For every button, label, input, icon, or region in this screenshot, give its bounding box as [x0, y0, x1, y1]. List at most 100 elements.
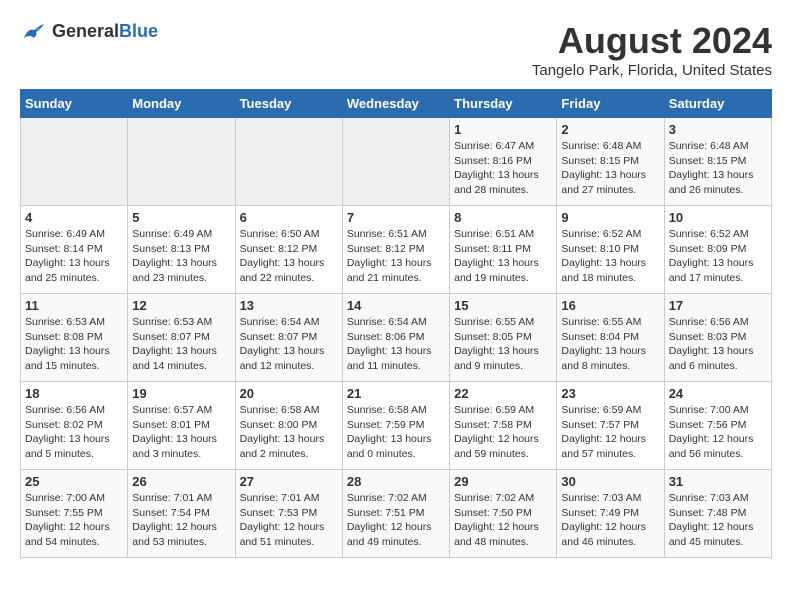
day-info: Sunrise: 6:58 AM Sunset: 7:59 PM Dayligh…	[347, 403, 445, 462]
calendar-cell: 6 Sunrise: 6:50 AM Sunset: 8:12 PM Daylig…	[235, 206, 342, 294]
day-number: 13	[240, 298, 338, 313]
day-number: 5	[132, 210, 230, 225]
calendar-cell: 12 Sunrise: 6:53 AM Sunset: 8:07 PM Dayli…	[128, 294, 235, 382]
calendar-cell: 14 Sunrise: 6:54 AM Sunset: 8:06 PM Dayli…	[342, 294, 449, 382]
calendar-week-row: 4Sunrise: 6:49 AM Sunset: 8:14 PM Daylig…	[21, 206, 772, 294]
day-info: Sunrise: 6:59 AM Sunset: 7:57 PM Dayligh…	[561, 403, 659, 462]
weekday-header-sunday: Sunday	[21, 90, 128, 118]
calendar-cell	[342, 118, 449, 206]
day-number: 25	[25, 474, 123, 489]
logo: GeneralBlue	[20, 20, 158, 42]
calendar-cell: 20 Sunrise: 6:58 AM Sunset: 8:00 PM Dayli…	[235, 382, 342, 470]
day-number: 22	[454, 386, 552, 401]
calendar-cell: 3 Sunrise: 6:48 AM Sunset: 8:15 PM Daylig…	[664, 118, 771, 206]
month-year-title: August 2024	[532, 20, 772, 62]
weekday-header-row: SundayMondayTuesdayWednesdayThursdayFrid…	[21, 90, 772, 118]
calendar-cell: 23 Sunrise: 6:59 AM Sunset: 7:57 PM Dayli…	[557, 382, 664, 470]
calendar-cell	[128, 118, 235, 206]
day-number: 21	[347, 386, 445, 401]
calendar-cell: 10 Sunrise: 6:52 AM Sunset: 8:09 PM Dayli…	[664, 206, 771, 294]
day-number: 1	[454, 122, 552, 137]
calendar-cell: 25 Sunrise: 7:00 AM Sunset: 7:55 PM Dayli…	[21, 470, 128, 558]
day-number: 14	[347, 298, 445, 313]
day-number: 6	[240, 210, 338, 225]
calendar-cell: 28 Sunrise: 7:02 AM Sunset: 7:51 PM Dayli…	[342, 470, 449, 558]
day-number: 12	[132, 298, 230, 313]
location-subtitle: Tangelo Park, Florida, United States	[532, 62, 772, 79]
calendar-cell: 2Sunrise: 6:48 AM Sunset: 8:15 PM Daylig…	[557, 118, 664, 206]
day-number: 2	[561, 122, 659, 137]
calendar-cell: 13Sunrise: 6:54 AM Sunset: 8:07 PM Dayli…	[235, 294, 342, 382]
weekday-header-monday: Monday	[128, 90, 235, 118]
calendar-week-row: 18 Sunrise: 6:56 AM Sunset: 8:02 PM Dayli…	[21, 382, 772, 470]
day-number: 4	[25, 210, 123, 225]
calendar-cell: 15Sunrise: 6:55 AM Sunset: 8:05 PM Dayli…	[450, 294, 557, 382]
weekday-header-thursday: Thursday	[450, 90, 557, 118]
day-number: 26	[132, 474, 230, 489]
calendar-cell: 21 Sunrise: 6:58 AM Sunset: 7:59 PM Dayli…	[342, 382, 449, 470]
calendar-cell: 29 Sunrise: 7:02 AM Sunset: 7:50 PM Dayli…	[450, 470, 557, 558]
calendar-cell: 16Sunrise: 6:55 AM Sunset: 8:04 PM Dayli…	[557, 294, 664, 382]
weekday-header-friday: Friday	[557, 90, 664, 118]
page-header: GeneralBlue August 2024 Tangelo Park, Fl…	[20, 20, 772, 79]
calendar-cell: 30 Sunrise: 7:03 AM Sunset: 7:49 PM Dayli…	[557, 470, 664, 558]
day-info: Sunrise: 7:01 AM Sunset: 7:54 PM Dayligh…	[132, 491, 230, 550]
day-number: 29	[454, 474, 552, 489]
logo-bird-icon	[20, 20, 48, 42]
day-number: 28	[347, 474, 445, 489]
weekday-header-tuesday: Tuesday	[235, 90, 342, 118]
logo-blue-text: Blue	[119, 21, 158, 41]
calendar-week-row: 1 Sunrise: 6:47 AM Sunset: 8:16 PM Daylig…	[21, 118, 772, 206]
day-info: Sunrise: 6:58 AM Sunset: 8:00 PM Dayligh…	[240, 403, 338, 462]
logo-general-text: General	[52, 21, 119, 41]
calendar-cell: 5 Sunrise: 6:49 AM Sunset: 8:13 PM Daylig…	[128, 206, 235, 294]
calendar-table: SundayMondayTuesdayWednesdayThursdayFrid…	[20, 89, 772, 558]
day-number: 17	[669, 298, 767, 313]
calendar-cell: 7Sunrise: 6:51 AM Sunset: 8:12 PM Daylig…	[342, 206, 449, 294]
day-info: Sunrise: 6:49 AM Sunset: 8:13 PM Dayligh…	[132, 227, 230, 286]
day-info: Sunrise: 6:52 AM Sunset: 8:09 PM Dayligh…	[669, 227, 767, 286]
day-info: Sunrise: 6:57 AM Sunset: 8:01 PM Dayligh…	[132, 403, 230, 462]
calendar-cell: 24Sunrise: 7:00 AM Sunset: 7:56 PM Dayli…	[664, 382, 771, 470]
day-info: Sunrise: 6:52 AM Sunset: 8:10 PM Dayligh…	[561, 227, 659, 286]
calendar-cell	[21, 118, 128, 206]
calendar-cell: 9Sunrise: 6:52 AM Sunset: 8:10 PM Daylig…	[557, 206, 664, 294]
day-number: 20	[240, 386, 338, 401]
day-info: Sunrise: 6:54 AM Sunset: 8:06 PM Dayligh…	[347, 315, 445, 374]
day-info: Sunrise: 6:50 AM Sunset: 8:12 PM Dayligh…	[240, 227, 338, 286]
calendar-cell: 19 Sunrise: 6:57 AM Sunset: 8:01 PM Dayli…	[128, 382, 235, 470]
day-number: 8	[454, 210, 552, 225]
calendar-cell: 11Sunrise: 6:53 AM Sunset: 8:08 PM Dayli…	[21, 294, 128, 382]
day-number: 19	[132, 386, 230, 401]
calendar-cell: 1 Sunrise: 6:47 AM Sunset: 8:16 PM Daylig…	[450, 118, 557, 206]
calendar-cell: 22 Sunrise: 6:59 AM Sunset: 7:58 PM Dayli…	[450, 382, 557, 470]
day-info: Sunrise: 6:53 AM Sunset: 8:07 PM Dayligh…	[132, 315, 230, 374]
calendar-cell: 4Sunrise: 6:49 AM Sunset: 8:14 PM Daylig…	[21, 206, 128, 294]
day-number: 23	[561, 386, 659, 401]
day-info: Sunrise: 6:47 AM Sunset: 8:16 PM Dayligh…	[454, 139, 552, 198]
day-number: 16	[561, 298, 659, 313]
weekday-header-wednesday: Wednesday	[342, 90, 449, 118]
day-info: Sunrise: 6:56 AM Sunset: 8:03 PM Dayligh…	[669, 315, 767, 374]
day-info: Sunrise: 6:51 AM Sunset: 8:11 PM Dayligh…	[454, 227, 552, 286]
calendar-cell: 18 Sunrise: 6:56 AM Sunset: 8:02 PM Dayli…	[21, 382, 128, 470]
calendar-week-row: 25 Sunrise: 7:00 AM Sunset: 7:55 PM Dayli…	[21, 470, 772, 558]
day-info: Sunrise: 7:02 AM Sunset: 7:50 PM Dayligh…	[454, 491, 552, 550]
weekday-header-saturday: Saturday	[664, 90, 771, 118]
day-info: Sunrise: 7:00 AM Sunset: 7:56 PM Dayligh…	[669, 403, 767, 462]
day-info: Sunrise: 7:03 AM Sunset: 7:49 PM Dayligh…	[561, 491, 659, 550]
day-number: 18	[25, 386, 123, 401]
calendar-cell	[235, 118, 342, 206]
day-info: Sunrise: 6:56 AM Sunset: 8:02 PM Dayligh…	[25, 403, 123, 462]
day-info: Sunrise: 7:00 AM Sunset: 7:55 PM Dayligh…	[25, 491, 123, 550]
day-info: Sunrise: 6:48 AM Sunset: 8:15 PM Dayligh…	[669, 139, 767, 198]
day-info: Sunrise: 6:59 AM Sunset: 7:58 PM Dayligh…	[454, 403, 552, 462]
calendar-cell: 27Sunrise: 7:01 AM Sunset: 7:53 PM Dayli…	[235, 470, 342, 558]
day-number: 30	[561, 474, 659, 489]
day-info: Sunrise: 6:55 AM Sunset: 8:05 PM Dayligh…	[454, 315, 552, 374]
calendar-cell: 8 Sunrise: 6:51 AM Sunset: 8:11 PM Daylig…	[450, 206, 557, 294]
day-info: Sunrise: 6:51 AM Sunset: 8:12 PM Dayligh…	[347, 227, 445, 286]
day-info: Sunrise: 7:02 AM Sunset: 7:51 PM Dayligh…	[347, 491, 445, 550]
day-number: 3	[669, 122, 767, 137]
day-number: 10	[669, 210, 767, 225]
